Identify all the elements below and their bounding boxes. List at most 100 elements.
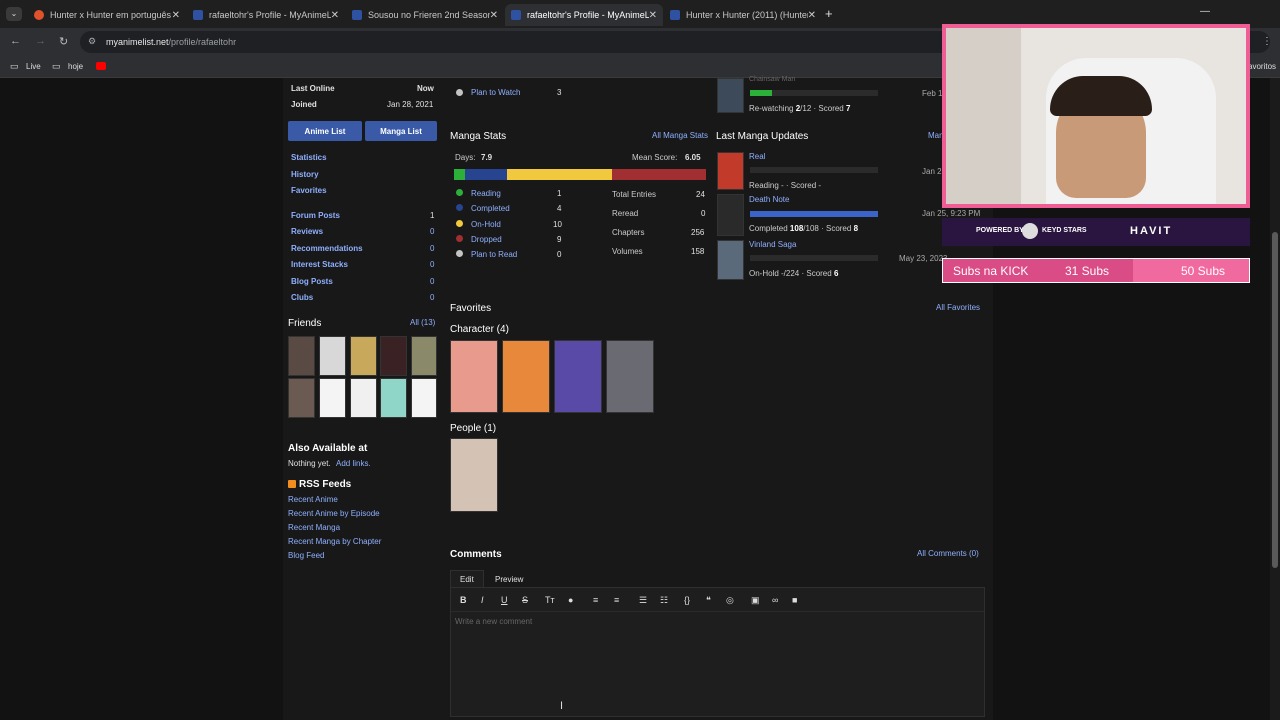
code-icon[interactable]: {} — [684, 595, 690, 605]
bookmark-live[interactable]: Live — [26, 62, 41, 71]
close-tab-icon[interactable]: ✕ — [331, 10, 339, 21]
blog-posts-link[interactable]: Blog Posts — [291, 277, 333, 286]
friend-avatar[interactable] — [288, 378, 315, 418]
spoiler-icon[interactable]: ◎ — [726, 595, 734, 606]
anime-cover-thumb[interactable] — [717, 78, 744, 113]
new-tab-icon[interactable]: + — [825, 6, 833, 21]
rss-blog-feed[interactable]: Blog Feed — [288, 551, 324, 560]
friend-avatar[interactable] — [380, 378, 407, 418]
anime-list-button[interactable]: Anime List — [288, 121, 362, 141]
manga-update-death-note-title[interactable]: Death Note — [749, 195, 789, 204]
bullet-list-icon[interactable]: ☰ — [639, 595, 647, 606]
friend-avatar[interactable] — [350, 336, 377, 376]
all-favorites-link[interactable]: All Favorites — [936, 303, 980, 312]
on-hold-link[interactable]: On-Hold — [471, 220, 501, 229]
friend-avatar[interactable] — [288, 336, 315, 376]
favorite-character-thumb[interactable] — [554, 340, 602, 413]
rss-recent-manga-chapter[interactable]: Recent Manga by Chapter — [288, 537, 381, 546]
video-icon[interactable]: ■ — [792, 595, 797, 605]
close-tab-icon[interactable]: ✕ — [808, 10, 816, 21]
color-icon[interactable]: ● — [568, 595, 573, 605]
align-right-icon[interactable]: ≡ — [614, 595, 619, 605]
friends-all-link[interactable]: All (13) — [410, 318, 435, 327]
back-icon[interactable]: ← — [10, 35, 21, 47]
plan-to-read-dot — [456, 250, 463, 257]
favorite-character-thumb[interactable] — [502, 340, 550, 413]
bookmarks-favorites[interactable]: avoritos — [1248, 62, 1276, 71]
manga-update-real-date: Jan 2 — [922, 167, 942, 176]
friend-avatar[interactable] — [411, 378, 437, 418]
rss-recent-anime-episode[interactable]: Recent Anime by Episode — [288, 509, 380, 518]
rss-recent-manga[interactable]: Recent Manga — [288, 523, 340, 532]
favorites-link[interactable]: Favorites — [291, 186, 327, 195]
tab-5[interactable]: Hunter x Hunter (2011) (Hunter ✕ — [664, 4, 822, 26]
plan-to-watch-link[interactable]: Plan to Watch — [471, 88, 521, 97]
underline-icon[interactable]: U — [501, 595, 508, 605]
scrollbar-thumb[interactable] — [1272, 232, 1278, 568]
image-icon[interactable]: ▣ — [751, 595, 760, 606]
streamer-hair — [1050, 76, 1152, 116]
comment-editor[interactable] — [450, 587, 985, 717]
minimize-icon[interactable]: — — [1200, 6, 1210, 17]
friend-avatar[interactable] — [411, 336, 437, 376]
friend-avatar[interactable] — [319, 378, 346, 418]
manga-list-button[interactable]: Manga List — [365, 121, 437, 141]
last-online-value: Now — [417, 84, 434, 93]
reload-icon[interactable]: ↻ — [59, 35, 68, 48]
favorite-character-thumb[interactable] — [450, 340, 498, 413]
italic-icon[interactable]: I — [481, 595, 484, 605]
forum-posts-link[interactable]: Forum Posts — [291, 211, 340, 220]
site-info-icon[interactable]: ⚙ — [88, 36, 96, 47]
tab-3[interactable]: Sousou no Frieren 2nd Season ✕ — [346, 4, 504, 26]
reading-link[interactable]: Reading — [471, 189, 501, 198]
tab-preview[interactable]: Preview — [495, 575, 523, 584]
forward-icon[interactable]: → — [35, 35, 46, 47]
manga-update-vinland-title[interactable]: Vinland Saga — [749, 240, 796, 249]
recommendations-link[interactable]: Recommendations — [291, 244, 363, 253]
tab-search-icon[interactable]: ⌄ — [6, 7, 22, 21]
reviews-link[interactable]: Reviews — [291, 227, 323, 236]
text-size-icon[interactable]: Tт — [545, 595, 555, 605]
manga-cover-vinland-saga[interactable] — [717, 240, 744, 280]
numbered-list-icon[interactable]: ☷ — [660, 595, 668, 606]
bookmark-hoje[interactable]: hoje — [68, 62, 83, 71]
manga-update-real-title[interactable]: Real — [749, 152, 765, 161]
statistics-link[interactable]: Statistics — [291, 153, 327, 162]
friend-avatar[interactable] — [319, 336, 346, 376]
favorite-character-thumb[interactable] — [606, 340, 654, 413]
interest-stacks-link[interactable]: Interest Stacks — [291, 260, 348, 269]
strikethrough-icon[interactable]: S — [522, 595, 528, 605]
favorite-person-thumb[interactable] — [450, 438, 498, 512]
dropped-value: 9 — [557, 235, 562, 244]
clubs-link[interactable]: Clubs — [291, 293, 313, 302]
completed-link[interactable]: Completed — [471, 204, 510, 213]
tab-2[interactable]: rafaeltohr's Profile - MyAnimeL ✕ — [187, 4, 345, 26]
favorites-title: Favorites — [450, 303, 492, 314]
all-comments-link[interactable]: All Comments (0) — [917, 549, 979, 558]
link-icon[interactable]: ∞ — [772, 595, 778, 605]
plan-to-read-link[interactable]: Plan to Read — [471, 250, 517, 259]
close-tab-icon[interactable]: ✕ — [172, 10, 180, 21]
bold-icon[interactable]: B — [460, 595, 467, 605]
menu-kebab-icon[interactable]: ⋮ — [1262, 36, 1272, 47]
tab-1[interactable]: Hunter x Hunter em português ✕ — [28, 4, 186, 26]
joined-label: Joined — [291, 100, 317, 109]
history-link[interactable]: History — [291, 170, 319, 179]
quote-icon[interactable]: ❝ — [706, 595, 711, 606]
dropped-link[interactable]: Dropped — [471, 235, 502, 244]
all-manga-stats-link[interactable]: All Manga Stats — [652, 131, 708, 140]
align-center-icon[interactable]: ≡ — [593, 595, 598, 605]
manga-cover-death-note[interactable] — [717, 194, 744, 236]
rss-recent-anime[interactable]: Recent Anime — [288, 495, 338, 504]
mean-score-value: 6.05 — [685, 153, 701, 162]
on-hold-dot — [456, 220, 463, 227]
friend-avatar[interactable] — [380, 336, 407, 376]
close-tab-icon[interactable]: ✕ — [649, 10, 657, 21]
youtube-icon[interactable] — [96, 62, 106, 70]
add-links-link[interactable]: Add links. — [336, 459, 371, 468]
powered-by-text: POWERED BY — [976, 227, 1024, 234]
tab-4-active[interactable]: rafaeltohr's Profile - MyAnimeL ✕ — [505, 4, 663, 26]
close-tab-icon[interactable]: ✕ — [490, 10, 498, 21]
manga-cover-real[interactable] — [717, 152, 744, 190]
friend-avatar[interactable] — [350, 378, 377, 418]
